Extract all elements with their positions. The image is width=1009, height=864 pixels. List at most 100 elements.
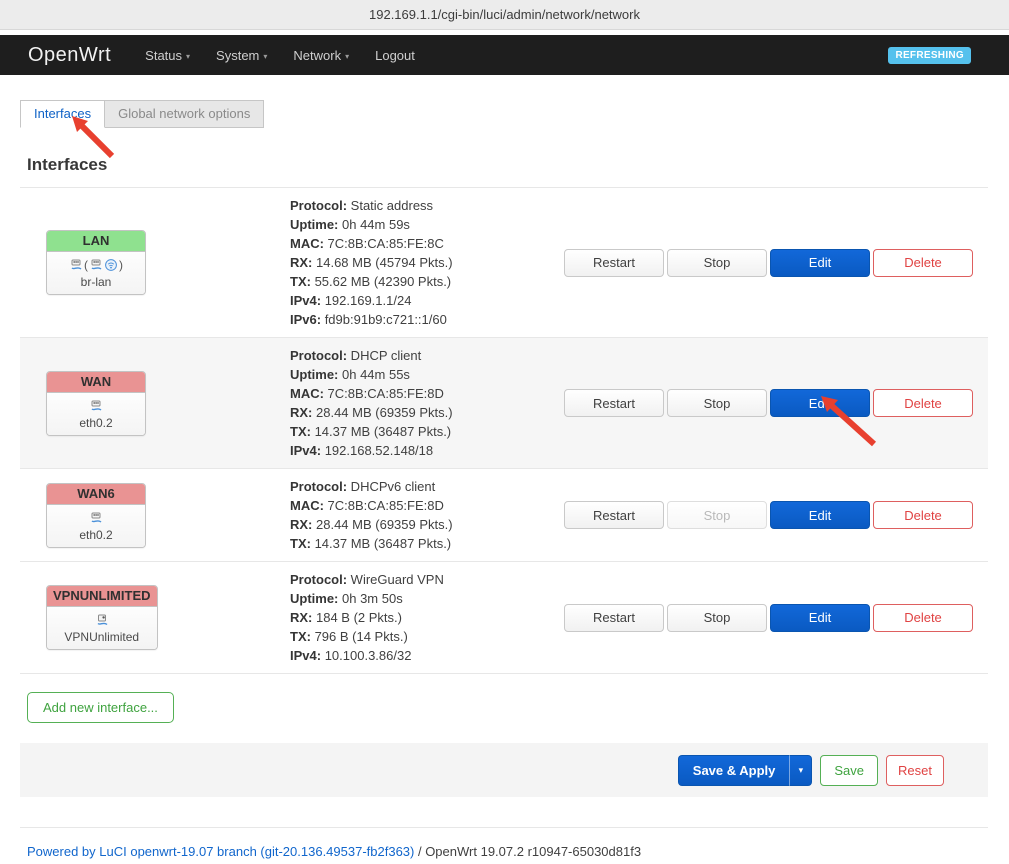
delete-button[interactable]: Delete: [873, 249, 973, 277]
interface-status-box: LAN br-lan: [46, 230, 146, 295]
interface-status-cell: LAN br-lan: [20, 230, 290, 295]
nav-menu-logout-label: Logout: [375, 48, 415, 63]
interface-icons: [53, 256, 139, 274]
interface-details: Protocol: Static addressUptime: 0h 44m 5…: [290, 196, 544, 329]
refreshing-badge: REFRESHING: [888, 47, 971, 64]
interface-detail: TX: 14.37 MB (36487 Pkts.): [290, 534, 544, 553]
interface-actions: Restart Stop Edit Delete: [544, 501, 988, 529]
interface-status-cell: WAN eth0.2: [20, 371, 290, 436]
interface-actions: Restart Stop Edit Delete: [544, 249, 988, 277]
interface-detail: TX: 796 B (14 Pkts.): [290, 627, 544, 646]
url-text: 192.169.1.1/cgi-bin/luci/admin/network/n…: [369, 7, 640, 22]
save-apply-split-button: Save & Apply ▾: [678, 755, 813, 786]
ethernet-icon: [69, 258, 83, 272]
paren-open: [84, 258, 88, 272]
interface-status-cell: VPNUNLIMITED VPNUnlimited: [20, 585, 290, 650]
interface-status-cell: WAN6 eth0.2: [20, 483, 290, 548]
save-apply-button[interactable]: Save & Apply: [678, 755, 791, 786]
wifi-icon: [104, 258, 118, 272]
footer-version-text: / OpenWrt 19.07.2 r10947-65030d81f3: [414, 844, 641, 859]
nav-menu-system[interactable]: System ▾: [216, 48, 267, 63]
interface-name-badge: WAN6: [47, 484, 145, 505]
interface-status-box: VPNUNLIMITED VPNUnlimited: [46, 585, 158, 650]
interface-detail: TX: 55.62 MB (42390 Pkts.): [290, 272, 544, 291]
edit-button[interactable]: Edit: [770, 604, 870, 632]
interface-detail: Uptime: 0h 44m 59s: [290, 215, 544, 234]
form-action-strip: Save & Apply ▾ Save Reset: [20, 743, 988, 797]
interface-detail: Protocol: WireGuard VPN: [290, 570, 544, 589]
interface-table: LAN br-lan Protocol: Static addressUptim…: [20, 188, 988, 674]
interface-name-badge: WAN: [47, 372, 145, 393]
stop-button[interactable]: Stop: [667, 249, 767, 277]
interface-detail: MAC: 7C:8B:CA:85:FE:8D: [290, 496, 544, 515]
interface-device-label: br-lan: [53, 275, 139, 289]
restart-button[interactable]: Restart: [564, 249, 664, 277]
interface-detail: Uptime: 0h 3m 50s: [290, 589, 544, 608]
interface-row-vpnunlimited: VPNUNLIMITED VPNUnlimited Protocol: Wire…: [20, 562, 988, 674]
nav-menu-network[interactable]: Network ▾: [293, 48, 349, 63]
interface-icons: [53, 397, 139, 415]
interface-detail: RX: 184 B (2 Pkts.): [290, 608, 544, 627]
stop-button[interactable]: Stop: [667, 389, 767, 417]
interface-detail: IPv6: fd9b:91b9:c721::1/60: [290, 310, 544, 329]
interface-box-body: VPNUnlimited: [47, 607, 157, 649]
interface-status-box: WAN6 eth0.2: [46, 483, 146, 548]
restart-button[interactable]: Restart: [564, 501, 664, 529]
save-apply-dropdown-toggle[interactable]: ▾: [790, 755, 812, 786]
interface-name-badge: LAN: [47, 231, 145, 252]
interface-row-wan: WAN eth0.2 Protocol: DHCP clientUptime: …: [20, 338, 988, 469]
chevron-down-icon: ▾: [263, 52, 267, 61]
interface-name-badge: VPNUNLIMITED: [47, 586, 157, 607]
interface-detail: IPv4: 192.168.52.148/18: [290, 441, 544, 460]
interface-actions: Restart Stop Edit Delete: [544, 604, 988, 632]
tab-global-network-options[interactable]: Global network options: [105, 100, 264, 128]
interface-detail: RX: 28.44 MB (69359 Pkts.): [290, 403, 544, 422]
interface-detail: Protocol: Static address: [290, 196, 544, 215]
tab-bar: Interfaces Global network options: [20, 100, 988, 128]
stop-button[interactable]: Stop: [667, 604, 767, 632]
restart-button[interactable]: Restart: [564, 604, 664, 632]
interface-device-label: eth0.2: [53, 528, 139, 542]
interface-detail: IPv4: 192.169.1.1/24: [290, 291, 544, 310]
footer: Powered by LuCI openwrt-19.07 branch (gi…: [20, 827, 988, 859]
interface-icons: [53, 509, 139, 527]
nav-menu-logout[interactable]: Logout: [375, 48, 415, 63]
interface-details: Protocol: WireGuard VPNUptime: 0h 3m 50s…: [290, 570, 544, 665]
interface-detail: MAC: 7C:8B:CA:85:FE:8D: [290, 384, 544, 403]
browser-url-bar[interactable]: 192.169.1.1/cgi-bin/luci/admin/network/n…: [0, 0, 1009, 30]
delete-button[interactable]: Delete: [873, 501, 973, 529]
save-button[interactable]: Save: [820, 755, 878, 786]
add-row: Add new interface...: [20, 674, 988, 743]
interface-row-wan6: WAN6 eth0.2 Protocol: DHCPv6 clientMAC: …: [20, 469, 988, 562]
tunnel-icon: [95, 613, 109, 627]
interface-detail: TX: 14.37 MB (36487 Pkts.): [290, 422, 544, 441]
interface-details: Protocol: DHCP clientUptime: 0h 44m 55sM…: [290, 346, 544, 460]
tab-interfaces[interactable]: Interfaces: [20, 100, 105, 128]
ethernet-icon: [89, 511, 103, 525]
interface-detail: IPv4: 10.100.3.86/32: [290, 646, 544, 665]
interface-details: Protocol: DHCPv6 clientMAC: 7C:8B:CA:85:…: [290, 477, 544, 553]
interface-device-label: VPNUnlimited: [53, 630, 151, 644]
interface-box-body: eth0.2: [47, 393, 145, 435]
interface-detail: MAC: 7C:8B:CA:85:FE:8C: [290, 234, 544, 253]
chevron-down-icon: ▾: [186, 52, 190, 61]
luci-footer-link[interactable]: Powered by LuCI openwrt-19.07 branch (gi…: [27, 844, 414, 859]
add-new-interface-button[interactable]: Add new interface...: [27, 692, 174, 723]
edit-button[interactable]: Edit: [770, 501, 870, 529]
restart-button[interactable]: Restart: [564, 389, 664, 417]
edit-button[interactable]: Edit: [770, 249, 870, 277]
nav-menu-status[interactable]: Status ▾: [145, 48, 190, 63]
paren-close: [119, 258, 123, 272]
main-content: Interfaces Global network options Interf…: [0, 75, 1009, 859]
nav-menu-status-label: Status: [145, 48, 182, 63]
delete-button[interactable]: Delete: [873, 389, 973, 417]
delete-button[interactable]: Delete: [873, 604, 973, 632]
interface-box-body: eth0.2: [47, 505, 145, 547]
chevron-down-icon: ▾: [799, 765, 804, 775]
reset-button[interactable]: Reset: [886, 755, 944, 786]
chevron-down-icon: ▾: [345, 52, 349, 61]
stop-button[interactable]: Stop: [667, 501, 767, 529]
interface-detail: Uptime: 0h 44m 55s: [290, 365, 544, 384]
interface-status-box: WAN eth0.2: [46, 371, 146, 436]
edit-button[interactable]: Edit: [770, 389, 870, 417]
